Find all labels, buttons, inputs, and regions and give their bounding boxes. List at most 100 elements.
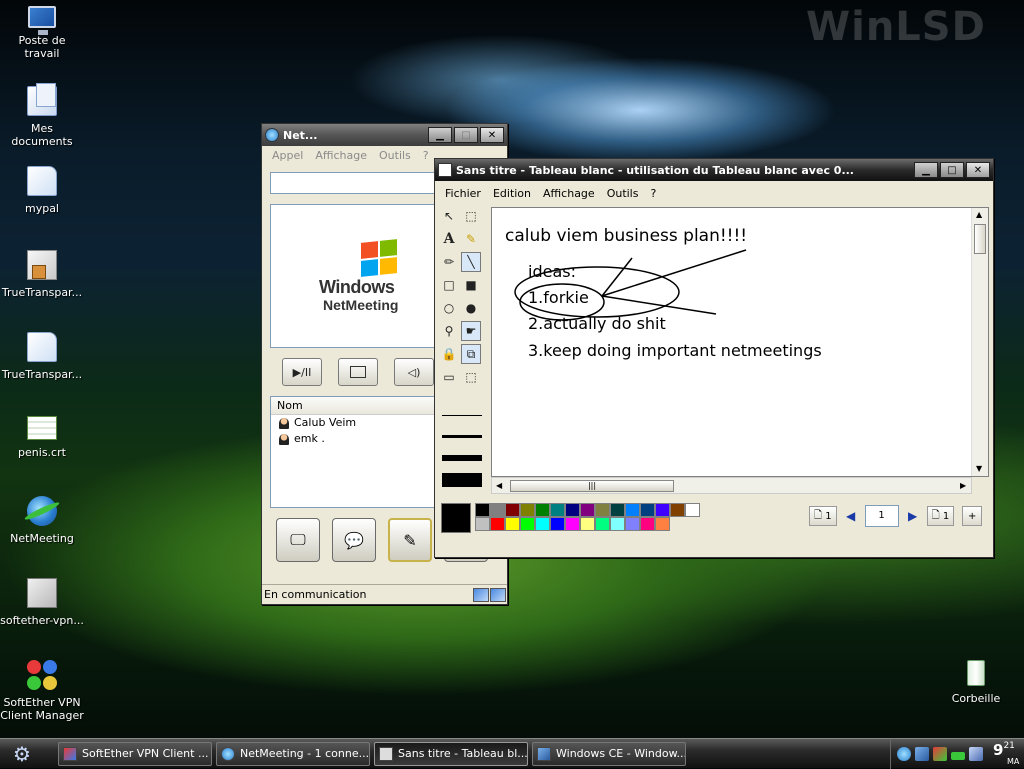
color-swatch[interactable]: [655, 517, 670, 531]
share-program-button[interactable]: 🖵: [276, 518, 320, 562]
close-button[interactable]: ✕: [966, 162, 990, 178]
network-tray-icon[interactable]: [915, 747, 929, 761]
last-page-button[interactable]: 🗋 1: [926, 506, 955, 526]
lock-contents-tool[interactable]: 🔒: [439, 344, 459, 364]
audio-button[interactable]: ◁): [394, 358, 434, 386]
desktop-icon-truetransparency-exe[interactable]: TrueTranspar...: [0, 250, 84, 299]
color-swatch[interactable]: [640, 517, 655, 531]
color-swatch[interactable]: [535, 503, 550, 517]
color-swatch[interactable]: [640, 503, 655, 517]
close-button[interactable]: ✕: [480, 127, 504, 143]
taskbar-clock[interactable]: 921 MA: [993, 741, 1019, 767]
color-swatch[interactable]: [595, 503, 610, 517]
color-swatch[interactable]: [565, 503, 580, 517]
filled-rectangle-tool[interactable]: ■: [461, 275, 481, 295]
vertical-scrollbar[interactable]: ▲ ▼: [971, 208, 988, 476]
insert-page-before-button[interactable]: 🗋 1: [809, 506, 837, 526]
color-swatch[interactable]: [475, 503, 490, 517]
color-swatch[interactable]: [625, 503, 640, 517]
taskbar-button-windows-ce[interactable]: Windows CE - Window...: [532, 741, 686, 766]
color-swatch[interactable]: [670, 503, 685, 517]
color-swatch[interactable]: [685, 503, 700, 517]
desktop-icon-softether-manager[interactable]: SoftEther VPN Client Manager: [0, 660, 84, 722]
menu-call[interactable]: Appel: [266, 149, 309, 162]
menu-tools[interactable]: Outils: [373, 149, 417, 162]
color-swatch[interactable]: [625, 517, 640, 531]
menu-edit[interactable]: Edition: [487, 187, 537, 200]
taskbar-button-netmeeting[interactable]: NetMeeting - 1 conne...: [216, 741, 370, 766]
netmeeting-titlebar[interactable]: Net... ▁ □ ✕: [262, 124, 507, 146]
menu-file[interactable]: Fichier: [439, 187, 487, 200]
desktop-icon-certificate[interactable]: penis.crt: [0, 412, 84, 459]
color-swatch[interactable]: [505, 517, 520, 531]
scroll-right-icon[interactable]: ▶: [960, 481, 966, 490]
color-swatch[interactable]: [535, 517, 550, 531]
line-tool[interactable]: ╲: [461, 252, 481, 272]
desktop-icon-my-documents[interactable]: Mes documents: [0, 83, 84, 148]
scroll-up-icon[interactable]: ▲: [976, 210, 982, 219]
rectangle-tool[interactable]: □: [439, 275, 459, 295]
color-swatch[interactable]: [520, 517, 535, 531]
whiteboard-canvas[interactable]: calub viem business plan!!!! ideas: 1.fo…: [491, 207, 989, 477]
previous-page-button[interactable]: ◀: [841, 506, 861, 526]
horizontal-scroll-thumb[interactable]: |||: [510, 480, 674, 492]
desktop-icon-recycle-bin[interactable]: Corbeille: [934, 660, 1018, 705]
battery-tray-icon[interactable]: [951, 752, 965, 760]
color-swatch[interactable]: [565, 517, 580, 531]
menu-help[interactable]: ?: [417, 149, 435, 162]
insert-page-after-button[interactable]: +: [962, 506, 983, 526]
color-swatch[interactable]: [655, 503, 670, 517]
horizontal-scrollbar[interactable]: ◀ ||| ▶: [491, 477, 972, 494]
scroll-down-icon[interactable]: ▼: [976, 464, 982, 473]
select-window-tool[interactable]: ▭: [439, 367, 459, 387]
color-swatch[interactable]: [520, 503, 535, 517]
menu-view[interactable]: Affichage: [537, 187, 601, 200]
desktop-icon-softether-installer[interactable]: softether-vpn...: [0, 578, 84, 627]
maximize-button[interactable]: □: [454, 127, 478, 143]
menu-help[interactable]: ?: [644, 187, 662, 200]
filled-ellipse-tool[interactable]: ●: [461, 298, 481, 318]
highlighter-tool[interactable]: ✎: [461, 229, 481, 249]
color-swatch[interactable]: [490, 503, 505, 517]
vertical-scroll-thumb[interactable]: [974, 224, 986, 254]
desktop-icon-netmeeting[interactable]: NetMeeting: [0, 496, 84, 545]
desktop-icon-my-computer[interactable]: Poste de travail: [0, 2, 84, 60]
remote-pointer-tool[interactable]: ☛: [461, 321, 481, 341]
synchronize-tool[interactable]: ⧉: [461, 344, 481, 364]
scroll-left-icon[interactable]: ◀: [496, 481, 502, 490]
menu-view[interactable]: Affichage: [309, 149, 373, 162]
page-number-input[interactable]: 1: [864, 505, 899, 527]
zoom-tool[interactable]: ⚲: [439, 321, 459, 341]
line-width-4[interactable]: [442, 473, 482, 487]
picture-in-picture-button[interactable]: [338, 358, 378, 386]
pen-tool[interactable]: ✏: [439, 252, 459, 272]
color-swatch[interactable]: [550, 503, 565, 517]
color-swatch[interactable]: [505, 503, 520, 517]
color-swatch[interactable]: [595, 517, 610, 531]
line-width-1[interactable]: [442, 415, 482, 416]
color-swatch[interactable]: [475, 517, 490, 531]
taskbar-button-softether[interactable]: SoftEther VPN Client ...: [58, 741, 212, 766]
color-swatch[interactable]: [580, 503, 595, 517]
taskbar-button-whiteboard[interactable]: Sans titre - Tableau bl...: [374, 741, 528, 766]
maximize-button[interactable]: □: [940, 162, 964, 178]
desktop-icon-truetransparency-file[interactable]: TrueTranspar...: [0, 332, 84, 381]
color-swatch[interactable]: [550, 517, 565, 531]
netmeeting-tray-icon[interactable]: [897, 747, 911, 761]
line-width-2[interactable]: [442, 435, 482, 438]
whiteboard-button[interactable]: ✎: [388, 518, 432, 562]
select-tool[interactable]: ↖: [439, 206, 459, 226]
start-button[interactable]: ⚙: [0, 739, 44, 769]
window-tray-icon[interactable]: [969, 747, 983, 761]
menu-tools[interactable]: Outils: [601, 187, 645, 200]
next-page-button[interactable]: ▶: [903, 506, 923, 526]
color-swatch[interactable]: [580, 517, 595, 531]
minimize-button[interactable]: ▁: [428, 127, 452, 143]
chat-button[interactable]: 💬: [332, 518, 376, 562]
text-tool[interactable]: A: [439, 229, 459, 249]
vpn-tray-icon[interactable]: [933, 747, 947, 761]
whiteboard-titlebar[interactable]: Sans titre - Tableau blanc - utilisation…: [435, 159, 993, 181]
ellipse-tool[interactable]: ○: [439, 298, 459, 318]
select-region-tool[interactable]: ⬚: [461, 367, 481, 387]
select-area-tool[interactable]: ⬚: [461, 206, 481, 226]
